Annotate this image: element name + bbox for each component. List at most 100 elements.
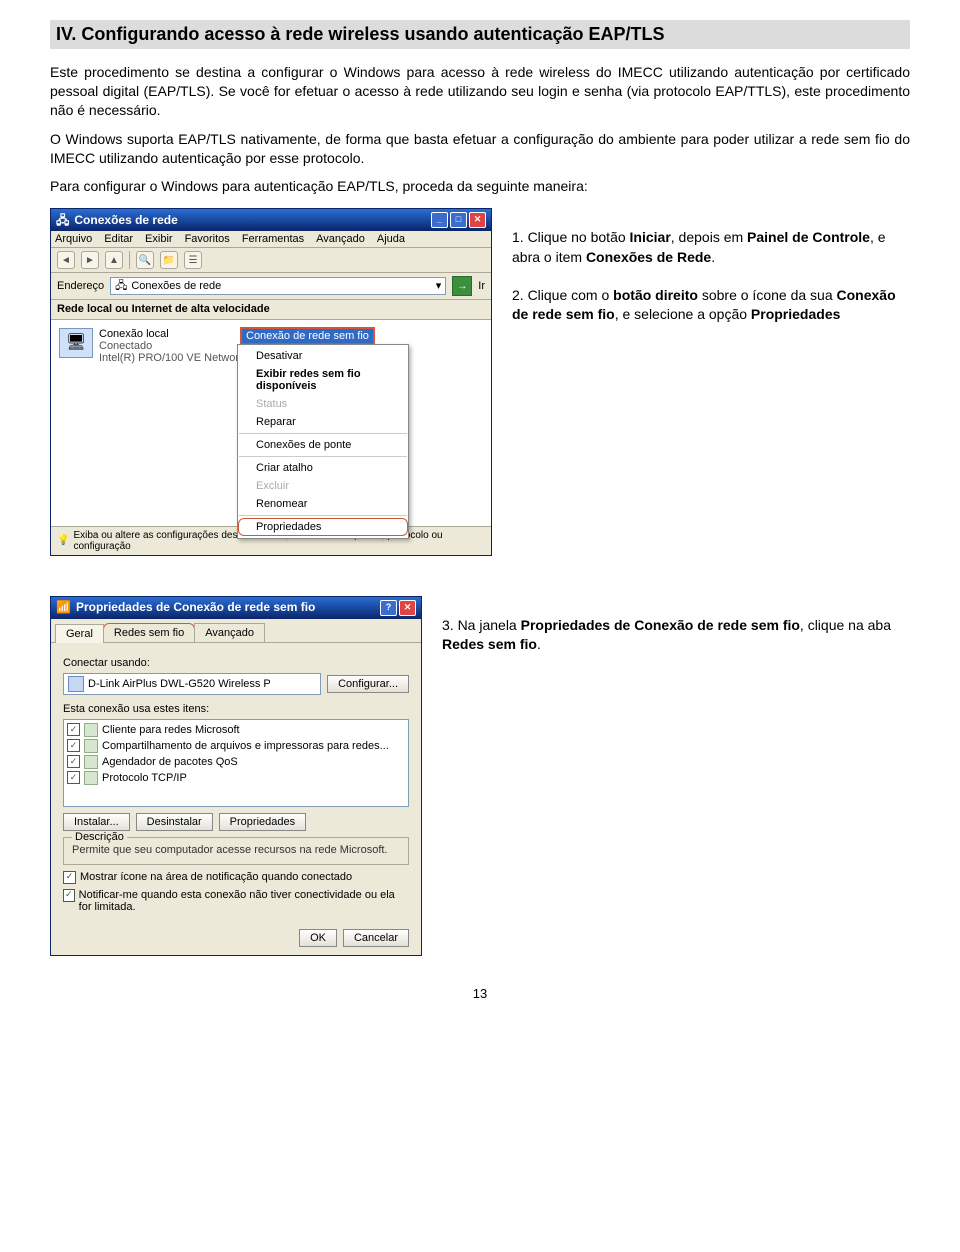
ethernet-icon: 🖥 bbox=[59, 328, 93, 358]
step-2-bold-props: Propriedades bbox=[751, 306, 840, 322]
step-3-text: . bbox=[537, 636, 541, 652]
category-label: Rede local ou Internet de alta velocidad… bbox=[51, 300, 491, 319]
item-label: Cliente para redes Microsoft bbox=[102, 724, 240, 736]
list-item[interactable]: ✓ Agendador de pacotes QoS bbox=[67, 755, 405, 769]
tab-bar: Geral Redes sem fio Avançado bbox=[51, 619, 421, 643]
go-button[interactable]: → bbox=[452, 276, 472, 296]
description-text: Permite que seu computador acesse recurs… bbox=[72, 844, 400, 856]
menu-editar[interactable]: Editar bbox=[104, 233, 133, 245]
description-title: Descrição bbox=[72, 831, 127, 843]
checkbox-icon[interactable]: ✓ bbox=[67, 755, 80, 768]
ok-button[interactable]: OK bbox=[299, 929, 337, 947]
step-2-text: 2. Clique com o bbox=[512, 287, 613, 303]
tab-redes-sem-fio[interactable]: Redes sem fio bbox=[103, 623, 195, 642]
step-2-bold-botao: botão direito bbox=[613, 287, 698, 303]
conn-local-name: Conexão local bbox=[99, 328, 254, 340]
tab-geral[interactable]: Geral bbox=[55, 624, 104, 643]
ctx-properties[interactable]: Propriedades bbox=[238, 518, 408, 536]
menu-avancado[interactable]: Avançado bbox=[316, 233, 365, 245]
list-item[interactable]: ✓ Cliente para redes Microsoft bbox=[67, 723, 405, 737]
chevron-down-icon[interactable]: ▾ bbox=[436, 280, 442, 292]
component-icon bbox=[84, 755, 98, 769]
ctx-status: Status bbox=[238, 395, 408, 413]
configure-button[interactable]: Configurar... bbox=[327, 675, 409, 693]
search-icon[interactable]: 🔍 bbox=[136, 251, 154, 269]
checkbox-icon[interactable]: ✓ bbox=[67, 771, 80, 784]
close-button[interactable]: ✕ bbox=[469, 212, 486, 228]
step-2: 2. Clique com o botão direito sobre o íc… bbox=[512, 286, 910, 325]
option-label: Notificar-me quando esta conexão não tiv… bbox=[79, 889, 409, 913]
ctx-delete: Excluir bbox=[238, 477, 408, 495]
component-icon bbox=[84, 771, 98, 785]
help-button[interactable]: ? bbox=[380, 600, 397, 616]
menu-bar: Arquivo Editar Exibir Favoritos Ferramen… bbox=[51, 231, 491, 248]
menu-exibir[interactable]: Exibir bbox=[145, 233, 173, 245]
list-item[interactable]: ✓Protocolo TCP/IP bbox=[67, 771, 405, 785]
component-icon bbox=[84, 739, 98, 753]
menu-arquivo[interactable]: Arquivo bbox=[55, 233, 92, 245]
views-icon[interactable]: ☰ bbox=[184, 251, 202, 269]
step-3: 3. Na janela Propriedades de Conexão de … bbox=[442, 616, 910, 655]
menu-ferramentas[interactable]: Ferramentas bbox=[242, 233, 304, 245]
address-label: Endereço bbox=[57, 280, 104, 292]
folders-icon[interactable]: 📁 bbox=[160, 251, 178, 269]
back-icon[interactable]: ◄ bbox=[57, 251, 75, 269]
step-3-text: , clique na aba bbox=[800, 617, 891, 633]
step-1-text: , depois em bbox=[671, 229, 747, 245]
uninstall-button[interactable]: Desinstalar bbox=[136, 813, 213, 831]
separator bbox=[239, 433, 407, 434]
ctx-show-networks[interactable]: Exibir redes sem fio disponíveis bbox=[238, 365, 408, 395]
checkbox-icon[interactable]: ✓ bbox=[67, 723, 80, 736]
checkbox-icon[interactable]: ✓ bbox=[63, 889, 75, 902]
page-number: 13 bbox=[50, 986, 910, 1001]
connection-wireless-selected[interactable]: Conexão de rede sem fio bbox=[241, 328, 374, 344]
forward-icon[interactable]: ► bbox=[81, 251, 99, 269]
separator bbox=[239, 515, 407, 516]
address-value: Conexões de rede bbox=[131, 280, 221, 292]
tab-avancado[interactable]: Avançado bbox=[194, 623, 265, 642]
component-icon bbox=[84, 723, 98, 737]
item-label: Agendador de pacotes QoS bbox=[102, 756, 238, 768]
show-icon-option[interactable]: ✓ Mostrar ícone na área de notificação q… bbox=[63, 871, 409, 884]
item-label: Compartilhamento de arquivos e impressor… bbox=[102, 740, 389, 752]
toolbar: ◄ ► ▲ 🔍 📁 ☰ bbox=[51, 248, 491, 273]
step-1-bold-painel: Painel de Controle bbox=[747, 229, 870, 245]
dialog-title: Propriedades de Conexão de rede sem fio bbox=[76, 601, 315, 614]
step-1: 1. Clique no botão Iniciar, depois em Pa… bbox=[512, 228, 910, 267]
list-item[interactable]: ✓ Compartilhamento de arquivos e impresso… bbox=[67, 739, 405, 753]
connections-window: 🖧 Conexões de rede _ □ ✕ Arquivo Editar … bbox=[50, 208, 492, 555]
address-field[interactable]: 🖧 Conexões de rede ▾ bbox=[110, 277, 446, 295]
up-icon[interactable]: ▲ bbox=[105, 251, 123, 269]
description-group: Descrição Permite que seu computador ace… bbox=[63, 837, 409, 865]
network-icon: 🖧 bbox=[56, 214, 69, 227]
menu-ajuda[interactable]: Ajuda bbox=[377, 233, 405, 245]
properties-dialog: 📶 Propriedades de Conexão de rede sem fi… bbox=[50, 596, 422, 957]
cancel-button[interactable]: Cancelar bbox=[343, 929, 409, 947]
install-button[interactable]: Instalar... bbox=[63, 813, 130, 831]
menu-favoritos[interactable]: Favoritos bbox=[185, 233, 230, 245]
nic-field: D-Link AirPlus DWL-G520 Wireless P bbox=[63, 673, 321, 695]
minimize-button[interactable]: _ bbox=[431, 212, 448, 228]
ctx-shortcut[interactable]: Criar atalho bbox=[238, 459, 408, 477]
separator bbox=[239, 456, 407, 457]
step-1-text: . bbox=[711, 249, 715, 265]
ctx-repair[interactable]: Reparar bbox=[238, 413, 408, 431]
maximize-button[interactable]: □ bbox=[450, 212, 467, 228]
dialog-titlebar: 📶 Propriedades de Conexão de rede sem fi… bbox=[51, 597, 421, 619]
components-list[interactable]: ✓ Cliente para redes Microsoft ✓ Compartil… bbox=[63, 719, 409, 807]
close-button[interactable]: ✕ bbox=[399, 600, 416, 616]
window-titlebar: 🖧 Conexões de rede _ □ ✕ bbox=[51, 209, 491, 231]
checkbox-icon[interactable]: ✓ bbox=[63, 871, 76, 884]
properties-button[interactable]: Propriedades bbox=[219, 813, 306, 831]
checkbox-icon[interactable]: ✓ bbox=[67, 739, 80, 752]
notify-option[interactable]: ✓ Notificar-me quando esta conexão não t… bbox=[63, 889, 409, 913]
ctx-disable[interactable]: Desativar bbox=[238, 347, 408, 365]
ctx-rename[interactable]: Renomear bbox=[238, 495, 408, 513]
go-label: Ir bbox=[478, 280, 485, 292]
intro-paragraph-3: Para configurar o Windows para autentica… bbox=[50, 177, 910, 196]
step-1-bold-conexoes: Conexões de Rede bbox=[586, 249, 711, 265]
step-2-text: , e selecione a opção bbox=[615, 306, 751, 322]
conn-local-device: Intel(R) PRO/100 VE Network... bbox=[99, 352, 254, 364]
conn-local-status: Conectado bbox=[99, 340, 254, 352]
ctx-bridge[interactable]: Conexões de ponte bbox=[238, 436, 408, 454]
